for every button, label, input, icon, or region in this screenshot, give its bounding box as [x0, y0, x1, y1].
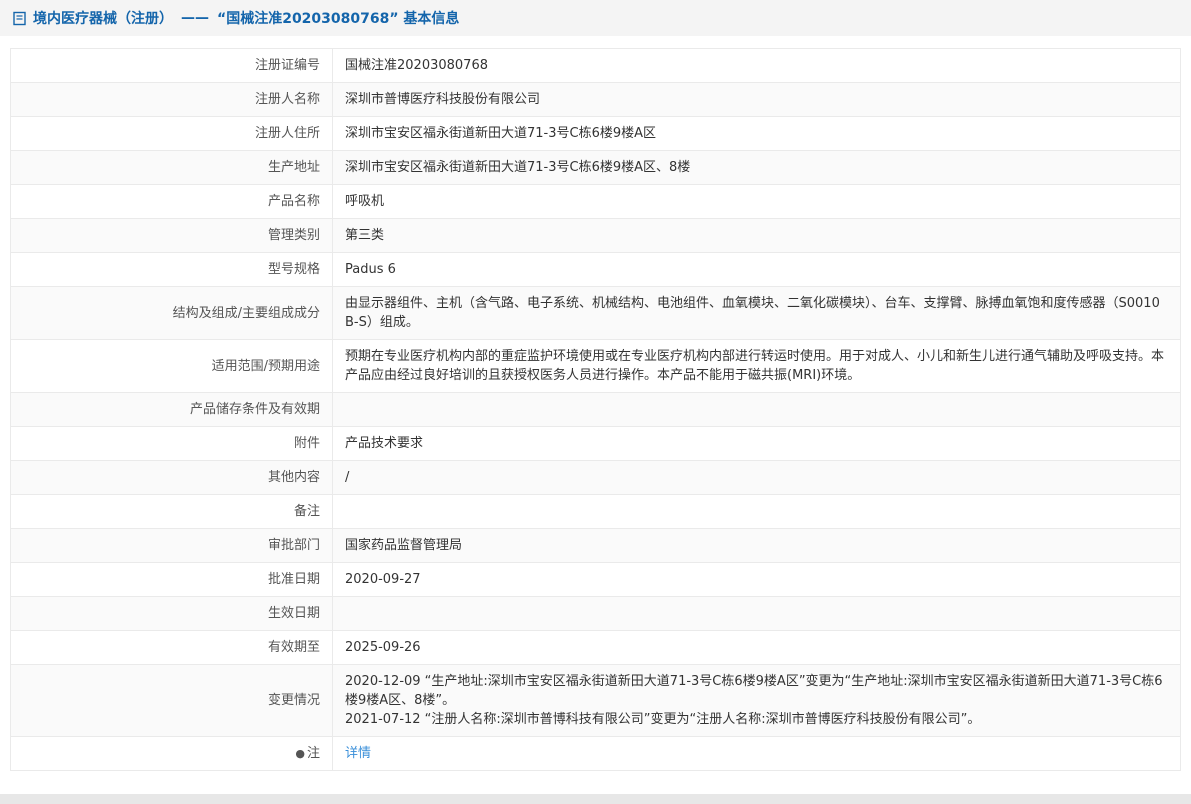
row-value: 呼吸机 — [333, 185, 1181, 219]
row-value: 产品技术要求 — [333, 427, 1181, 461]
row-value — [333, 495, 1181, 529]
table-row-storage-conditions: 产品储存条件及有效期 — [11, 393, 1181, 427]
row-value: 由显示器组件、主机（含气路、电子系统、机械结构、电池组件、血氧模块、二氧化碳模块… — [333, 287, 1181, 340]
row-label: 备注 — [11, 495, 333, 529]
row-value — [333, 393, 1181, 427]
table-row-intended-use: 适用范围/预期用途 预期在专业医疗机构内部的重症监护环境使用或在专业医疗机构内部… — [11, 340, 1181, 393]
table-row-approval-department: 审批部门 国家药品监督管理局 — [11, 529, 1181, 563]
row-value: 第三类 — [333, 219, 1181, 253]
table-row-valid-until: 有效期至 2025-09-26 — [11, 631, 1181, 665]
row-value: 预期在专业医疗机构内部的重症监护环境使用或在专业医疗机构内部进行转运时使用。用于… — [333, 340, 1181, 393]
row-label: 产品名称 — [11, 185, 333, 219]
page: 境内医疗器械（注册） —— “国械注准20203080768” 基本信息 注册证… — [0, 0, 1191, 794]
row-label: 其他内容 — [11, 461, 333, 495]
registration-info-table-wrap: 注册证编号 国械注准20203080768 注册人名称 深圳市普博医疗科技股份有… — [10, 48, 1181, 771]
table-row-other-content: 其他内容 / — [11, 461, 1181, 495]
row-label: 附件 — [11, 427, 333, 461]
table-row-registrant-address: 注册人住所 深圳市宝安区福永街道新田大道71-3号C栋6楼9楼A区 — [11, 117, 1181, 151]
table-row-approval-date: 批准日期 2020-09-27 — [11, 563, 1181, 597]
table-row-note: ●注 详情 — [11, 737, 1181, 771]
row-label: 生效日期 — [11, 597, 333, 631]
table-row-structure-composition: 结构及组成/主要组成成分 由显示器组件、主机（含气路、电子系统、机械结构、电池组… — [11, 287, 1181, 340]
page-title-main: “国械注准20203080768” 基本信息 — [217, 8, 459, 28]
row-label: 管理类别 — [11, 219, 333, 253]
row-value: 深圳市普博医疗科技股份有限公司 — [333, 83, 1181, 117]
table-row-management-category: 管理类别 第三类 — [11, 219, 1181, 253]
row-value: Padus 6 — [333, 253, 1181, 287]
table-row-registration-number: 注册证编号 国械注准20203080768 — [11, 49, 1181, 83]
table-row-change-history: 变更情况 2020-12-09 “生产地址:深圳市宝安区福永街道新田大道71-3… — [11, 665, 1181, 737]
note-label: 注 — [307, 746, 320, 761]
row-label: 批准日期 — [11, 563, 333, 597]
page-title-dash: —— — [181, 10, 209, 26]
row-value: 2020-12-09 “生产地址:深圳市宝安区福永街道新田大道71-3号C栋6楼… — [333, 665, 1181, 737]
row-value — [333, 597, 1181, 631]
row-value: 详情 — [333, 737, 1181, 771]
table-row-production-address: 生产地址 深圳市宝安区福永街道新田大道71-3号C栋6楼9楼A区、8楼 — [11, 151, 1181, 185]
row-label: 审批部门 — [11, 529, 333, 563]
page-title-section: 境内医疗器械（注册） — [33, 8, 173, 28]
row-label: 生产地址 — [11, 151, 333, 185]
row-label: 产品储存条件及有效期 — [11, 393, 333, 427]
table-row-model-spec: 型号规格 Padus 6 — [11, 253, 1181, 287]
row-value: 国家药品监督管理局 — [333, 529, 1181, 563]
row-value: 2020-09-27 — [333, 563, 1181, 597]
table-row-effective-date: 生效日期 — [11, 597, 1181, 631]
row-label: 注册证编号 — [11, 49, 333, 83]
table-row-attachment: 附件 产品技术要求 — [11, 427, 1181, 461]
row-label: 注册人名称 — [11, 83, 333, 117]
row-label: 适用范围/预期用途 — [11, 340, 333, 393]
detail-link[interactable]: 详情 — [345, 746, 371, 761]
row-value: 国械注准20203080768 — [333, 49, 1181, 83]
row-label: 型号规格 — [11, 253, 333, 287]
row-value: 深圳市宝安区福永街道新田大道71-3号C栋6楼9楼A区 — [333, 117, 1181, 151]
registration-info-table: 注册证编号 国械注准20203080768 注册人名称 深圳市普博医疗科技股份有… — [10, 48, 1181, 771]
document-icon — [12, 11, 27, 26]
row-value: 2025-09-26 — [333, 631, 1181, 665]
row-label: 结构及组成/主要组成成分 — [11, 287, 333, 340]
row-value: / — [333, 461, 1181, 495]
page-title: 境内医疗器械（注册） —— “国械注准20203080768” 基本信息 — [33, 8, 459, 28]
note-dot-icon: ● — [295, 744, 305, 763]
row-label: 注册人住所 — [11, 117, 333, 151]
table-row-product-name: 产品名称 呼吸机 — [11, 185, 1181, 219]
table-row-registrant-name: 注册人名称 深圳市普博医疗科技股份有限公司 — [11, 83, 1181, 117]
page-header: 境内医疗器械（注册） —— “国械注准20203080768” 基本信息 — [0, 0, 1191, 36]
row-label: 变更情况 — [11, 665, 333, 737]
row-label: 有效期至 — [11, 631, 333, 665]
row-value: 深圳市宝安区福永街道新田大道71-3号C栋6楼9楼A区、8楼 — [333, 151, 1181, 185]
table-row-remarks: 备注 — [11, 495, 1181, 529]
row-label: ●注 — [11, 737, 333, 771]
